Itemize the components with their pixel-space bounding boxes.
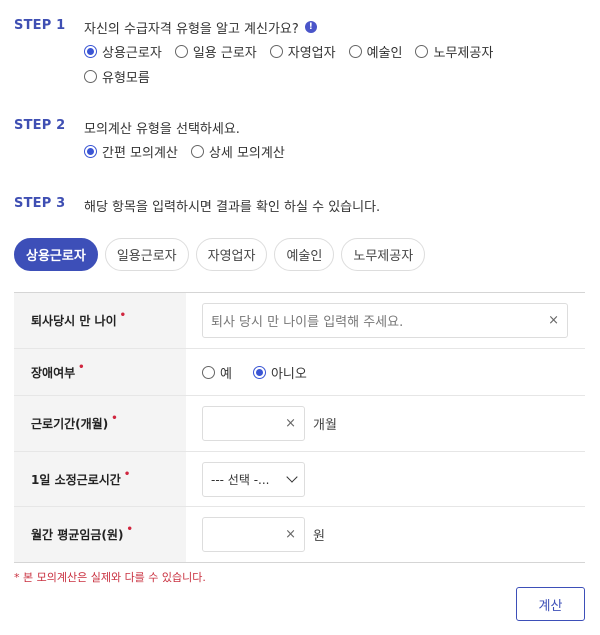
radio-selected-icon[interactable]	[84, 44, 97, 58]
required-mark: •	[78, 361, 85, 373]
step1-question: 자신의 수급자격 유형을 알고 계신가요?	[84, 21, 299, 37]
step1-option-labor-provider[interactable]: 노무제공자	[415, 42, 493, 61]
age-input[interactable]: 퇴사 당시 만 나이를 입력해 주세요. ×	[202, 303, 568, 338]
monthly-wage-label: 월간 평균임금(원)	[31, 528, 124, 542]
step3-question: 해당 항목을 입력하시면 결과를 확인 하실 수 있습니다.	[84, 199, 381, 215]
radio-icon[interactable]	[269, 44, 283, 58]
monthly-wage-unit: 원	[313, 529, 325, 544]
form-row-daily-hours: 1일 소정근로시간 • --- 선택 -...	[14, 452, 585, 507]
close-icon[interactable]: ×	[548, 313, 559, 328]
calc-form: 퇴사당시 만 나이 • 퇴사 당시 만 나이를 입력해 주세요. × 장애여부 • …	[14, 292, 585, 563]
step1-option-artist[interactable]: 예술인	[348, 42, 402, 61]
step1-option-selfemployed[interactable]: 자영업자	[269, 42, 336, 61]
step1-option-unknown[interactable]: 유형모름	[84, 67, 150, 86]
monthly-wage-input[interactable]: ×	[202, 517, 305, 552]
tab-regular-worker[interactable]: 상용근로자	[14, 238, 98, 271]
step2-question: 모의계산 유형을 선택하세요.	[84, 121, 240, 137]
disability-label: 장애여부	[31, 365, 76, 380]
step1-section: STEP 1 자신의 수급자격 유형을 알고 계신가요? ! 상용근로자 일용 …	[14, 18, 514, 86]
step3-label: STEP 3	[14, 196, 66, 211]
work-period-label: 근로기간(개월)	[31, 417, 109, 431]
work-period-unit: 개월	[313, 418, 337, 433]
step2-options: 간편 모의계산 상세 모의계산	[84, 142, 514, 161]
step1-options: 상용근로자 일용 근로자 자영업자 예술인 노무제공자 유형모름	[84, 42, 514, 86]
disability-no[interactable]: 아니오	[252, 363, 307, 382]
radio-icon[interactable]	[174, 44, 188, 58]
radio-icon[interactable]	[348, 44, 362, 58]
disability-yes[interactable]: 예	[202, 363, 232, 382]
disclaimer-note: * 본 모의계산은 실제와 다를 수 있습니다.	[14, 571, 206, 584]
age-placeholder: 퇴사 당시 만 나이를 입력해 주세요.	[211, 315, 404, 330]
info-circle-icon[interactable]: !	[304, 21, 317, 33]
required-mark: •	[123, 468, 131, 480]
radio-selected-icon[interactable]	[252, 365, 266, 379]
step2-option-simple[interactable]: 간편 모의계산	[84, 142, 178, 161]
worker-type-tabs: 상용근로자 일용근로자 자영업자 예술인 노무제공자	[14, 238, 426, 271]
step1-option-daily[interactable]: 일용 근로자	[174, 42, 257, 61]
tab-labor-provider[interactable]: 노무제공자	[341, 238, 426, 271]
step1-label: STEP 1	[14, 18, 66, 33]
tab-daily-worker[interactable]: 일용근로자	[104, 238, 189, 271]
form-row-disability: 장애여부 • 예 아니오	[14, 349, 585, 396]
step3-section: STEP 3 해당 항목을 입력하시면 결과를 확인 하실 수 있습니다.	[14, 196, 381, 215]
step2-label: STEP 2	[14, 118, 66, 133]
daily-hours-selected: --- 선택 -...	[211, 472, 270, 487]
radio-icon[interactable]	[84, 69, 97, 83]
required-mark: •	[111, 413, 118, 424]
radio-selected-icon[interactable]	[84, 144, 97, 158]
daily-hours-select[interactable]: --- 선택 -...	[202, 461, 305, 497]
close-icon[interactable]: ×	[285, 527, 296, 542]
chevron-down-icon	[286, 471, 298, 483]
tab-self-employed[interactable]: 자영업자	[195, 238, 268, 271]
daily-hours-label: 1일 소정근로시간	[31, 472, 121, 487]
work-period-input[interactable]: ×	[202, 406, 305, 441]
step1-option-regular[interactable]: 상용근로자	[84, 42, 162, 61]
required-mark: •	[119, 310, 127, 321]
radio-icon[interactable]	[415, 44, 429, 58]
radio-icon[interactable]	[202, 365, 215, 379]
step2-option-detailed[interactable]: 상세 모의계산	[190, 142, 285, 161]
age-label: 퇴사당시 만 나이	[31, 314, 117, 328]
close-icon[interactable]: ×	[285, 416, 296, 431]
calculate-button[interactable]: 계산	[516, 587, 585, 621]
form-row-work-period: 근로기간(개월) • × 개월	[14, 396, 585, 452]
radio-icon[interactable]	[190, 144, 204, 158]
form-row-monthly-wage: 월간 평균임금(원) • × 원	[14, 507, 585, 562]
required-mark: •	[126, 524, 133, 535]
form-row-age: 퇴사당시 만 나이 • 퇴사 당시 만 나이를 입력해 주세요. ×	[14, 293, 585, 349]
tab-artist[interactable]: 예술인	[274, 238, 335, 271]
step2-section: STEP 2 모의계산 유형을 선택하세요. 간편 모의계산 상세 모의계산	[14, 118, 514, 161]
